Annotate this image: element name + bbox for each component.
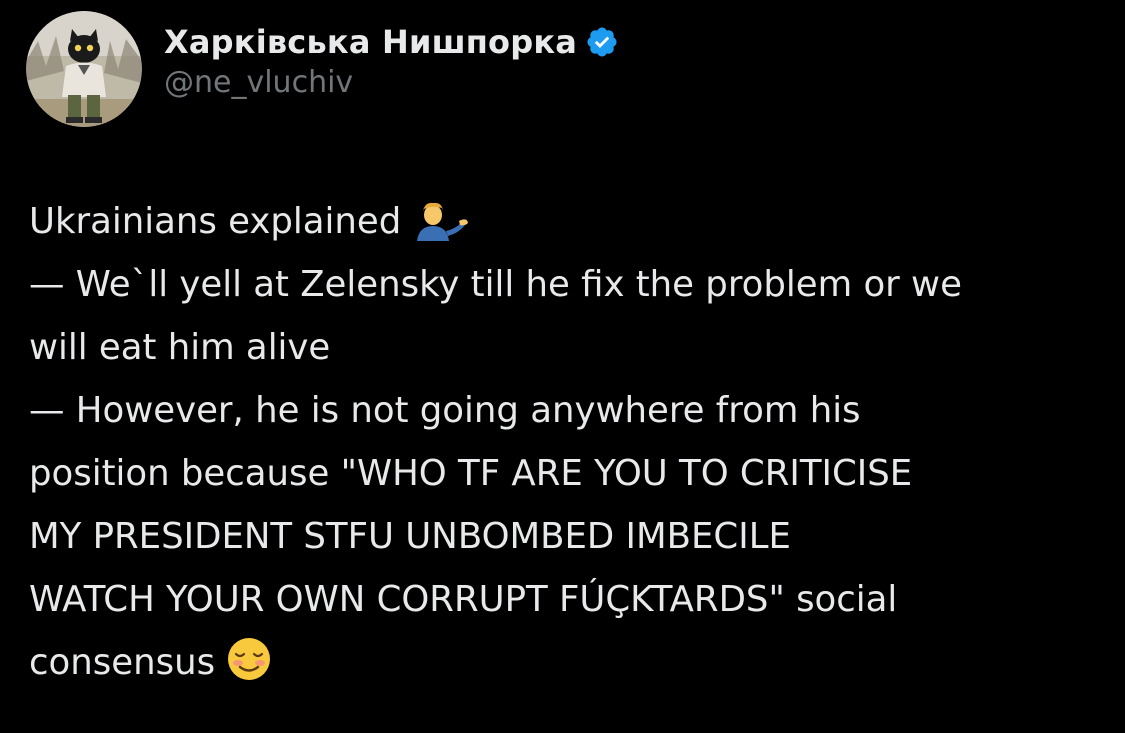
name-row: Харківська Нишпорка [164,23,619,61]
tweet-line: MY PRESIDENT STFU UNBOMBED IMBECILE [29,516,791,557]
tweet-line-text: Ukrainians explained [29,201,402,242]
cat-avatar-icon[interactable] [26,11,142,127]
tweet-line-text: consensus [29,642,216,683]
display-name[interactable]: Харківська Нишпорка [164,23,577,61]
tweet-line: Ukrainians explained [29,190,1099,253]
tweet-line: will eat him alive [29,327,331,368]
tweet-line: consensus [29,631,1099,694]
author-names: Харківська Нишпорка @ne_vluchiv [164,23,619,100]
smiling-face-emoji-icon [228,638,271,680]
tweet-text: Ukrainians explained — We`ll yell at Zel… [29,190,1099,694]
tweet-line: WATCH YOUR OWN CORRUPT FÚÇKTARDS" social [29,579,898,620]
tweet-line: position because "WHO TF ARE YOU TO CRIT… [29,453,913,494]
tweet: Харківська Нишпорка @ne_vluchiv Ukrainia… [0,0,1125,733]
verified-badge-icon[interactable] [585,25,619,59]
tweet-line: — However, he is not going anywhere from… [29,390,861,431]
man-tipping-hand-emoji-icon [417,202,469,241]
tweet-line: — We`ll yell at Zelensky till he fix the… [29,264,962,305]
handle[interactable]: @ne_vluchiv [164,65,619,100]
tweet-header: Харківська Нишпорка @ne_vluchiv [26,10,619,128]
